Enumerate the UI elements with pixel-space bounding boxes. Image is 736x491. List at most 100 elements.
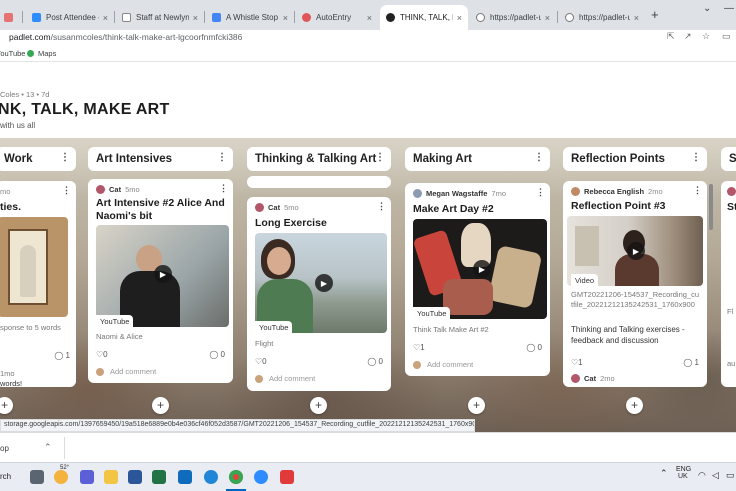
post-image[interactable] xyxy=(0,217,68,317)
post-card-work[interactable]: ⋮ mo ties. sponse to 5 words ◯ 1 1mo wor… xyxy=(0,181,76,387)
acrobat-icon[interactable] xyxy=(280,470,294,484)
close-tab-icon[interactable]: × xyxy=(283,13,288,23)
speaker-icon[interactable]: ◁ xyxy=(712,470,719,481)
bookmark-youtube[interactable]: YouTube xyxy=(0,49,25,58)
post-menu-icon[interactable]: ⋮ xyxy=(377,201,386,212)
weather-icon[interactable] xyxy=(54,470,68,484)
excel-icon[interactable] xyxy=(152,470,166,484)
tab-search-chevron-icon[interactable]: ⌄ xyxy=(703,3,711,14)
post-card-art-intensive-2[interactable]: ⋮ Cat 5mo Art Intensive #2 Alice And Naom… xyxy=(88,179,233,383)
comment-count[interactable]: ◯ 1 xyxy=(54,351,70,360)
column-header-reflection-points[interactable]: Reflection Points ⋮ xyxy=(563,147,707,171)
add-post-button[interactable]: + xyxy=(0,397,13,414)
close-tab-icon[interactable]: × xyxy=(545,13,550,23)
tab-whistle-stop[interactable]: A Whistle Stop To × xyxy=(206,5,294,30)
play-icon[interactable]: ▶ xyxy=(473,260,491,278)
chrome-icon[interactable] xyxy=(229,470,243,484)
add-comment-field[interactable]: Add comment xyxy=(255,374,315,383)
edge-icon[interactable] xyxy=(204,470,218,484)
column-header-art-intensives[interactable]: Art Intensives ⋮ xyxy=(88,147,233,171)
column-menu-icon[interactable]: ⋮ xyxy=(691,152,701,163)
post-reactions: ♡1 ◯ 0 xyxy=(413,343,542,352)
file-explorer-icon[interactable] xyxy=(104,470,118,484)
column-menu-icon[interactable]: ⋮ xyxy=(534,152,544,163)
play-icon[interactable]: ▶ xyxy=(315,274,333,292)
column-header-partial[interactable]: S xyxy=(721,147,736,171)
add-post-button[interactable]: + xyxy=(468,397,485,414)
tab-autoentry[interactable]: AutoEntry × xyxy=(296,5,378,30)
tab-zoom[interactable]: Post Attendee - Z × xyxy=(26,5,114,30)
battery-icon[interactable]: ▭ xyxy=(726,470,735,481)
column-header-thinking-talking-art[interactable]: Thinking & Talking Art ⋮ xyxy=(247,147,391,171)
column-header-making-art[interactable]: Making Art ⋮ xyxy=(405,147,550,171)
chevron-up-icon[interactable]: ⌃ xyxy=(44,442,52,453)
avatar xyxy=(255,374,263,383)
post-menu-icon[interactable]: ⋮ xyxy=(62,185,71,196)
tab-staff[interactable]: Staff at Newlyn A × xyxy=(116,5,204,30)
new-tab-button[interactable]: + xyxy=(651,7,659,22)
column-header-work[interactable]: Work ⋮ xyxy=(0,147,76,171)
post-card-long-exercise[interactable]: ⋮ Cat 5mo Long Exercise ▶ YouTube Flight … xyxy=(247,197,391,391)
taskbar-search[interactable]: rch xyxy=(0,472,11,481)
close-tab-icon[interactable]: × xyxy=(193,13,198,23)
add-post-button[interactable]: + xyxy=(152,397,169,414)
comment-count[interactable]: ◯ 0 xyxy=(367,357,383,366)
painting-figure xyxy=(20,245,36,297)
video-thumbnail[interactable]: ▶ xyxy=(413,219,547,319)
tab-divider xyxy=(114,11,115,23)
play-icon[interactable]: ▶ xyxy=(627,242,645,260)
task-view-icon[interactable] xyxy=(30,470,44,484)
like-button[interactable]: ♡1 xyxy=(571,358,583,367)
play-icon[interactable]: ▶ xyxy=(154,265,172,283)
comment-count[interactable]: ◯ 1 xyxy=(683,358,699,367)
column-menu-icon[interactable]: ⋮ xyxy=(60,152,70,163)
wifi-icon[interactable]: ◠ xyxy=(698,470,706,481)
close-tab-icon[interactable]: × xyxy=(367,13,372,23)
tab-partial[interactable] xyxy=(0,5,18,30)
google-lens-icon[interactable]: ⇱ xyxy=(667,31,675,42)
download-item[interactable]: op xyxy=(0,444,9,453)
bookmark-maps[interactable]: Maps xyxy=(27,49,56,58)
comment-count[interactable]: ◯ 0 xyxy=(526,343,542,352)
like-button[interactable]: ♡1 xyxy=(413,343,425,352)
column-menu-icon[interactable]: ⋮ xyxy=(217,152,227,163)
post-card-sliver[interactable] xyxy=(247,176,391,188)
extension-icon[interactable]: ▭ xyxy=(722,31,731,42)
post-menu-icon[interactable]: ⋮ xyxy=(219,183,228,194)
column-menu-icon[interactable]: ⋮ xyxy=(375,152,385,163)
like-button[interactable]: ♡0 xyxy=(255,357,267,366)
tab-padlet-active[interactable]: THINK, TALK, MAK × xyxy=(380,5,468,30)
post-card-partial[interactable]: St Fl au xyxy=(721,181,736,387)
teams-chat-icon[interactable] xyxy=(80,470,94,484)
add-post-button[interactable]: + xyxy=(310,397,327,414)
bookmark-star-icon[interactable]: ☆ xyxy=(702,31,710,42)
tab-padlet-upload-1[interactable]: https://padlet-up × xyxy=(470,5,556,30)
language-indicator[interactable]: ENG UK xyxy=(676,466,691,480)
tray-chevron-icon[interactable]: ⌃ xyxy=(660,468,668,479)
close-tab-icon[interactable]: × xyxy=(103,13,108,23)
post-card-make-art-day-2[interactable]: ⋮ Megan Wagstaffe 7mo Make Art Day #2 ▶ Y… xyxy=(405,183,550,376)
avatar xyxy=(727,187,736,196)
close-tab-icon[interactable]: × xyxy=(634,13,639,23)
like-button[interactable]: ♡0 xyxy=(96,350,108,359)
share-icon[interactable]: ↗ xyxy=(684,31,692,42)
post-menu-icon[interactable]: ⋮ xyxy=(693,185,702,196)
address-bar[interactable]: padlet.com/susanmcoles/think-talk-make-a… xyxy=(9,32,242,42)
tab-padlet-upload-2[interactable]: https://padlet-up × xyxy=(559,5,645,30)
avatar xyxy=(96,185,105,194)
post-author: Rebecca English 2mo xyxy=(571,187,663,196)
zoom-icon[interactable] xyxy=(254,470,268,484)
column-scrollbar[interactable] xyxy=(709,184,713,230)
add-comment-field[interactable]: Add comment xyxy=(413,360,473,369)
add-comment-field[interactable]: Add comment xyxy=(96,367,156,376)
comment-count[interactable]: ◯ 0 xyxy=(209,350,225,359)
add-post-button[interactable]: + xyxy=(626,397,643,414)
post-menu-icon[interactable]: ⋮ xyxy=(536,187,545,198)
word-icon[interactable] xyxy=(128,470,142,484)
close-tab-icon[interactable]: × xyxy=(457,13,462,23)
video-thumbnail[interactable]: ▶ xyxy=(255,233,387,333)
video-thumbnail[interactable]: ▶ xyxy=(96,225,229,327)
post-card-reflection-point-3[interactable]: ⋮ Rebecca English 2mo Reflection Point #3… xyxy=(563,181,707,387)
minimize-button[interactable]: — xyxy=(724,3,734,14)
outlook-icon[interactable] xyxy=(178,470,192,484)
